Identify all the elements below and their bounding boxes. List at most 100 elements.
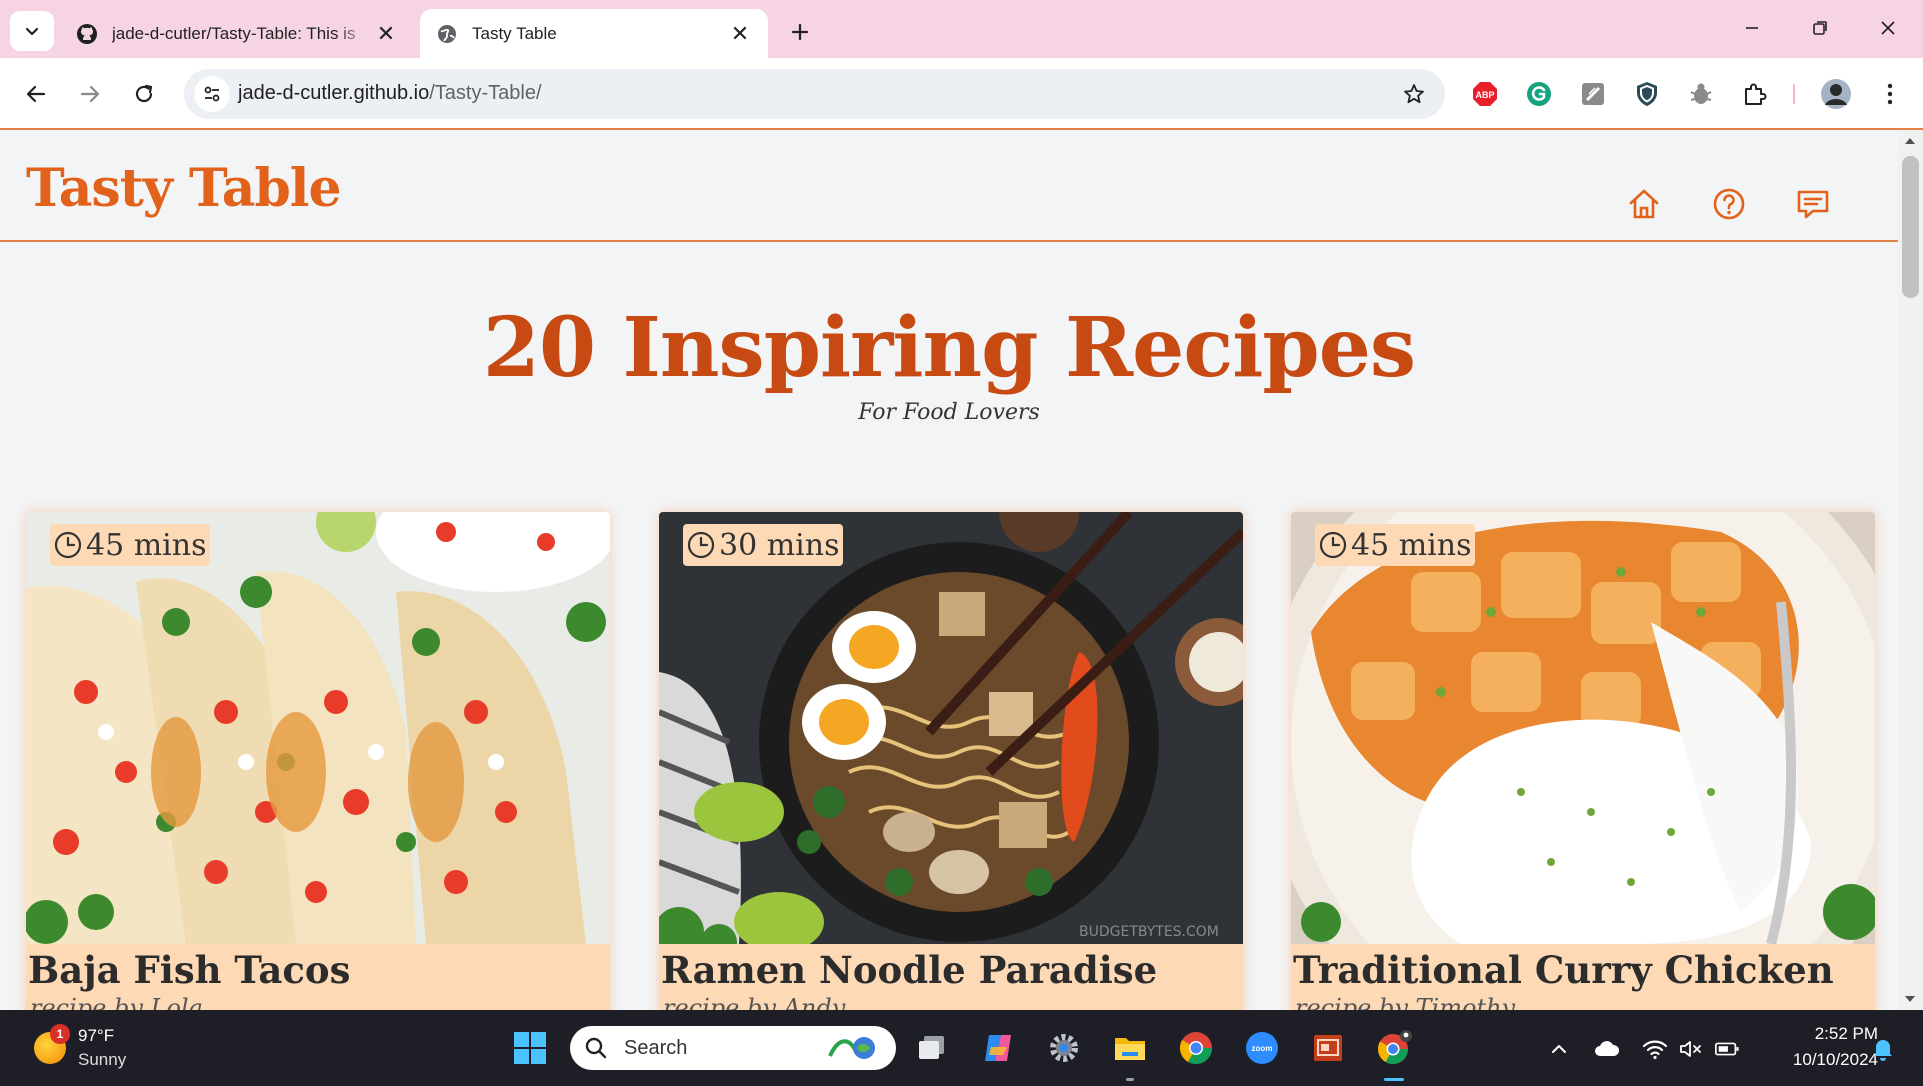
shield-icon[interactable] [1633, 80, 1661, 108]
clock-icon [1317, 529, 1349, 561]
tab-tasty-table[interactable]: Tasty Table ✕ [420, 9, 768, 58]
cloud-icon[interactable] [1594, 1036, 1620, 1062]
help-icon[interactable] [1711, 186, 1747, 222]
clock-icon [685, 529, 717, 561]
site-header: Tasty Table [0, 130, 1898, 242]
cook-time: 45 mins [1351, 527, 1472, 563]
cook-time: 30 mins [719, 527, 840, 563]
speaker-muted-icon[interactable] [1678, 1036, 1704, 1062]
recipe-name[interactable]: Traditional Curry Chicken [1293, 948, 1834, 992]
restore-button[interactable] [1790, 8, 1850, 48]
address-bar[interactable]: jade-d-cutler.github.io/Tasty-Table/ [184, 69, 1445, 119]
recipe-name[interactable]: Ramen Noodle Paradise [661, 948, 1157, 992]
traditional-curry-chicken-image [1291, 512, 1875, 944]
url-path: /Tasty-Table/ [429, 82, 542, 104]
search-icon [585, 1037, 607, 1059]
back-button[interactable] [16, 74, 56, 114]
page-viewport: Tasty Table 20 Inspiring Recipes For Foo… [0, 130, 1898, 1010]
restore-icon [1813, 21, 1827, 35]
notification-bell-icon[interactable] [1870, 1036, 1896, 1062]
settings-gear-icon[interactable] [1044, 1028, 1084, 1068]
reload-icon [135, 84, 153, 103]
windows-taskbar: 1 97°F Sunny Search zoom 2:52 PM 10/10/2… [0, 1010, 1923, 1086]
close-tab-icon[interactable]: ✕ [728, 21, 752, 46]
chevron-up-icon[interactable] [1546, 1036, 1572, 1062]
recipe-author: recipe by Timothy [1295, 994, 1516, 1010]
grammarly-icon[interactable] [1525, 80, 1553, 108]
adblock-plus-icon[interactable]: ABP [1471, 80, 1499, 108]
bookmark-star-icon[interactable] [1401, 81, 1427, 107]
page-subtitle: For Food Lovers [858, 400, 1040, 425]
chrome-icon[interactable] [1176, 1028, 1216, 1068]
cook-time-badge: 45 mins [50, 524, 211, 566]
page-title: 20 Inspiring Recipes [482, 300, 1416, 396]
baja-fish-tacos-image [26, 512, 610, 944]
scroll-down-arrow-icon[interactable] [1905, 996, 1915, 1002]
zoom-icon[interactable]: zoom [1242, 1028, 1282, 1068]
recipe-card-baja-fish-tacos[interactable]: 45 mins Baja Fish Tacos recipe by Lola [26, 512, 610, 1010]
forward-button[interactable] [70, 74, 110, 114]
arrow-right-icon [80, 85, 100, 103]
browser-tab-strip: jade-d-cutler/Tasty-Table: This is ✕ Tas… [0, 0, 1923, 58]
profile-avatar[interactable] [1820, 78, 1852, 110]
site-info-button[interactable] [194, 76, 230, 112]
url-host: jade-d-cutler.github.io [238, 82, 430, 104]
close-tab-icon[interactable]: ✕ [374, 21, 398, 46]
kebab-menu-icon[interactable] [1876, 80, 1904, 108]
recipe-author: recipe by Lola [30, 994, 203, 1010]
file-explorer-icon[interactable] [1110, 1028, 1150, 1068]
clock-icon [52, 529, 84, 561]
browser-toolbar: jade-d-cutler.github.io/Tasty-Table/ ABP [0, 58, 1923, 130]
screen: jade-d-cutler/Tasty-Table: This is ✕ Tas… [0, 0, 1923, 1086]
globe-icon [436, 23, 458, 45]
wifi-icon[interactable] [1642, 1036, 1668, 1062]
chrome-profile-icon[interactable] [1374, 1028, 1414, 1068]
comment-icon[interactable] [1795, 186, 1831, 222]
plus-icon [791, 23, 809, 41]
github-icon [76, 23, 98, 45]
toolbar-divider [1793, 84, 1795, 104]
ramen-noodle-paradise-image: BUDGETBYTES.COM [659, 512, 1243, 944]
bug-icon[interactable] [1687, 80, 1715, 108]
new-tab-button[interactable] [782, 14, 818, 50]
url-text: jade-d-cutler.github.io/Tasty-Table/ [238, 82, 542, 105]
home-icon[interactable] [1626, 186, 1662, 222]
weather-description: Sunny [78, 1050, 127, 1069]
tab-title: Tasty Table [472, 23, 557, 43]
recipe-card-ramen-noodle-paradise[interactable]: BUDGETBYTES.COM 30 mins Ramen Noodle Par… [659, 512, 1243, 1010]
tab-github[interactable]: jade-d-cutler/Tasty-Table: This is ✕ [60, 9, 414, 58]
task-view-icon[interactable] [912, 1028, 952, 1068]
arrow-left-icon [26, 85, 46, 103]
system-time[interactable]: 2:52 PM [1778, 1024, 1878, 1044]
scroll-up-arrow-icon[interactable] [1905, 138, 1915, 144]
recipe-name[interactable]: Baja Fish Tacos [28, 948, 350, 992]
puzzle-icon[interactable] [1741, 80, 1769, 108]
reload-button[interactable] [124, 74, 164, 114]
taskbar-search-box[interactable]: Search [570, 1026, 896, 1070]
tab-search-button[interactable] [10, 11, 54, 51]
svg-text:BUDGETBYTES.COM: BUDGETBYTES.COM [1079, 924, 1219, 940]
recipe-author: recipe by Andy [663, 994, 846, 1010]
recipe-card-traditional-curry-chicken[interactable]: 45 mins Traditional Curry Chicken recipe… [1291, 512, 1875, 1010]
copilot-icon[interactable] [978, 1028, 1018, 1068]
cook-time-badge: 30 mins [683, 524, 844, 566]
cook-time: 45 mins [86, 527, 207, 563]
tab-title: jade-d-cutler/Tasty-Table: This is [112, 23, 356, 43]
site-logo[interactable]: Tasty Table [26, 158, 342, 219]
notification-badge: 1 [50, 1024, 70, 1044]
system-date[interactable]: 10/10/2024 [1758, 1050, 1878, 1070]
windows-start-icon[interactable] [510, 1028, 550, 1068]
scrollbar-thumb[interactable] [1902, 156, 1919, 298]
page-scrollbar[interactable] [1898, 130, 1923, 1010]
battery-icon[interactable] [1714, 1036, 1740, 1062]
search-highlight-icon [828, 1037, 875, 1059]
tune-icon [204, 86, 220, 102]
chevron-down-icon [25, 27, 39, 36]
pen-extension-icon[interactable] [1579, 80, 1607, 108]
presentation-app-icon[interactable] [1308, 1028, 1348, 1068]
weather-temperature: 97°F [78, 1026, 115, 1045]
running-indicator [1126, 1078, 1134, 1081]
close-icon [1881, 21, 1895, 35]
minimize-button[interactable] [1722, 8, 1782, 48]
close-window-button[interactable] [1858, 8, 1918, 48]
